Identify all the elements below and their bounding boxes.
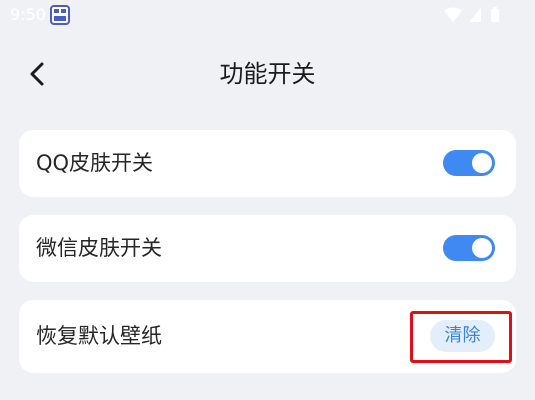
clear-wallpaper-button[interactable]: 清除 [430, 320, 495, 352]
status-time: 9:50 [10, 5, 46, 24]
toggle-knob [472, 238, 492, 258]
header-bar: 功能开关 [0, 44, 535, 104]
notification-app-icon [50, 5, 70, 25]
setting-row-qq-skin: QQ皮肤开关 [19, 130, 516, 197]
wechat-skin-toggle[interactable] [443, 235, 495, 261]
cellular-signal-icon [469, 8, 481, 22]
setting-label-wechat-skin: 微信皮肤开关 [36, 236, 162, 260]
page-title: 功能开关 [219, 60, 316, 88]
toggle-knob [472, 153, 492, 173]
setting-label-qq-skin: QQ皮肤开关 [36, 151, 154, 175]
qq-skin-toggle[interactable] [443, 150, 495, 176]
setting-label-restore-wallpaper: 恢复默认壁纸 [36, 324, 162, 348]
status-bar: 9:50 [0, 0, 535, 32]
status-icons [444, 7, 499, 22]
setting-row-wechat-skin: 微信皮肤开关 [19, 215, 516, 282]
wifi-icon [444, 7, 462, 22]
battery-icon [491, 7, 499, 22]
